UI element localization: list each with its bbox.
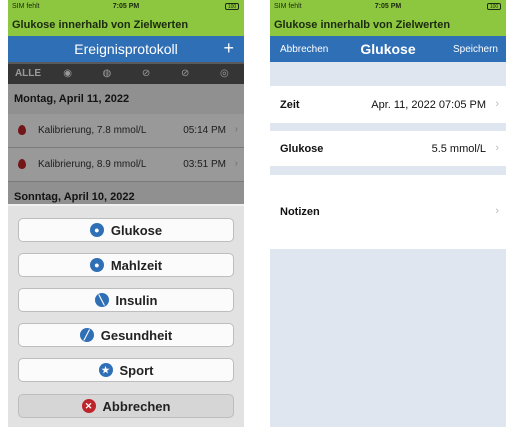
status-time: 7:05 PM <box>374 3 402 10</box>
glucose-status-banner: Glukose innerhalb von Zielwerten <box>8 14 244 36</box>
option-label: Insulin <box>115 292 158 308</box>
event-type-sheet: ● Glukose ● Mahlzeit ╲ Insulin ╱ Gesundh… <box>8 206 244 427</box>
bandage-icon: ╱ <box>79 328 94 342</box>
notes-row[interactable]: Notizen › <box>270 175 506 249</box>
battery-icon: 100 <box>225 3 239 10</box>
cancel-button[interactable]: ✕ Abbrechen <box>18 394 234 418</box>
navbar: Ereignisprotokoll + <box>8 36 244 62</box>
option-label: Gesundheit <box>100 327 173 343</box>
runner-icon: ★ <box>98 363 113 377</box>
chevron-right-icon: › <box>495 205 499 217</box>
cancel-label: Abbrechen <box>102 398 171 414</box>
time-value: Apr. 11, 2022 07:05 PM <box>371 99 486 111</box>
add-event-button[interactable]: + <box>223 38 234 59</box>
time-row[interactable]: Zeit Apr. 11, 2022 07:05 PM › <box>270 86 506 123</box>
glucose-status-banner: Glukose innerhalb von Zielwerten <box>270 14 506 36</box>
option-label: Mahlzeit <box>110 257 163 273</box>
page-title: Ereignisprotokoll <box>74 41 178 57</box>
syringe-icon: ╲ <box>94 293 109 307</box>
overlay-dim <box>8 64 244 204</box>
option-insulin-button[interactable]: ╲ Insulin <box>18 288 234 312</box>
status-bar: SIM fehlt 7:05 PM 100 <box>270 0 506 14</box>
navbar: Abbrechen Glukose Speichern <box>270 36 506 62</box>
option-glucose-button[interactable]: ● Glukose <box>18 218 234 242</box>
option-label: Glukose <box>110 222 163 238</box>
glucose-label: Glukose <box>280 143 324 155</box>
option-sport-button[interactable]: ★ Sport <box>18 358 234 382</box>
close-icon: ✕ <box>81 399 96 413</box>
glucose-entry-screen: SIM fehlt 7:05 PM 100 Glukose innerhalb … <box>270 0 506 427</box>
status-time: 7:05 PM <box>112 3 140 10</box>
event-log-screen: SIM fehlt 7:05 PM 100 Glukose innerhalb … <box>8 0 244 427</box>
battery-icon: 100 <box>487 3 501 10</box>
chevron-right-icon: › <box>495 142 499 154</box>
option-health-button[interactable]: ╱ Gesundheit <box>18 323 234 347</box>
time-label: Zeit <box>280 99 300 111</box>
apple-icon: ● <box>89 258 104 272</box>
drop-icon: ● <box>89 223 104 237</box>
save-button[interactable]: Speichern <box>453 44 498 55</box>
chevron-right-icon: › <box>495 98 499 110</box>
option-meal-button[interactable]: ● Mahlzeit <box>18 253 234 277</box>
glucose-row[interactable]: Glukose 5.5 mmol/L › <box>270 131 506 166</box>
option-label: Sport <box>119 362 154 378</box>
notes-label: Notizen <box>280 206 320 218</box>
status-bar: SIM fehlt 7:05 PM 100 <box>8 0 244 14</box>
glucose-value: 5.5 mmol/L <box>431 143 486 155</box>
